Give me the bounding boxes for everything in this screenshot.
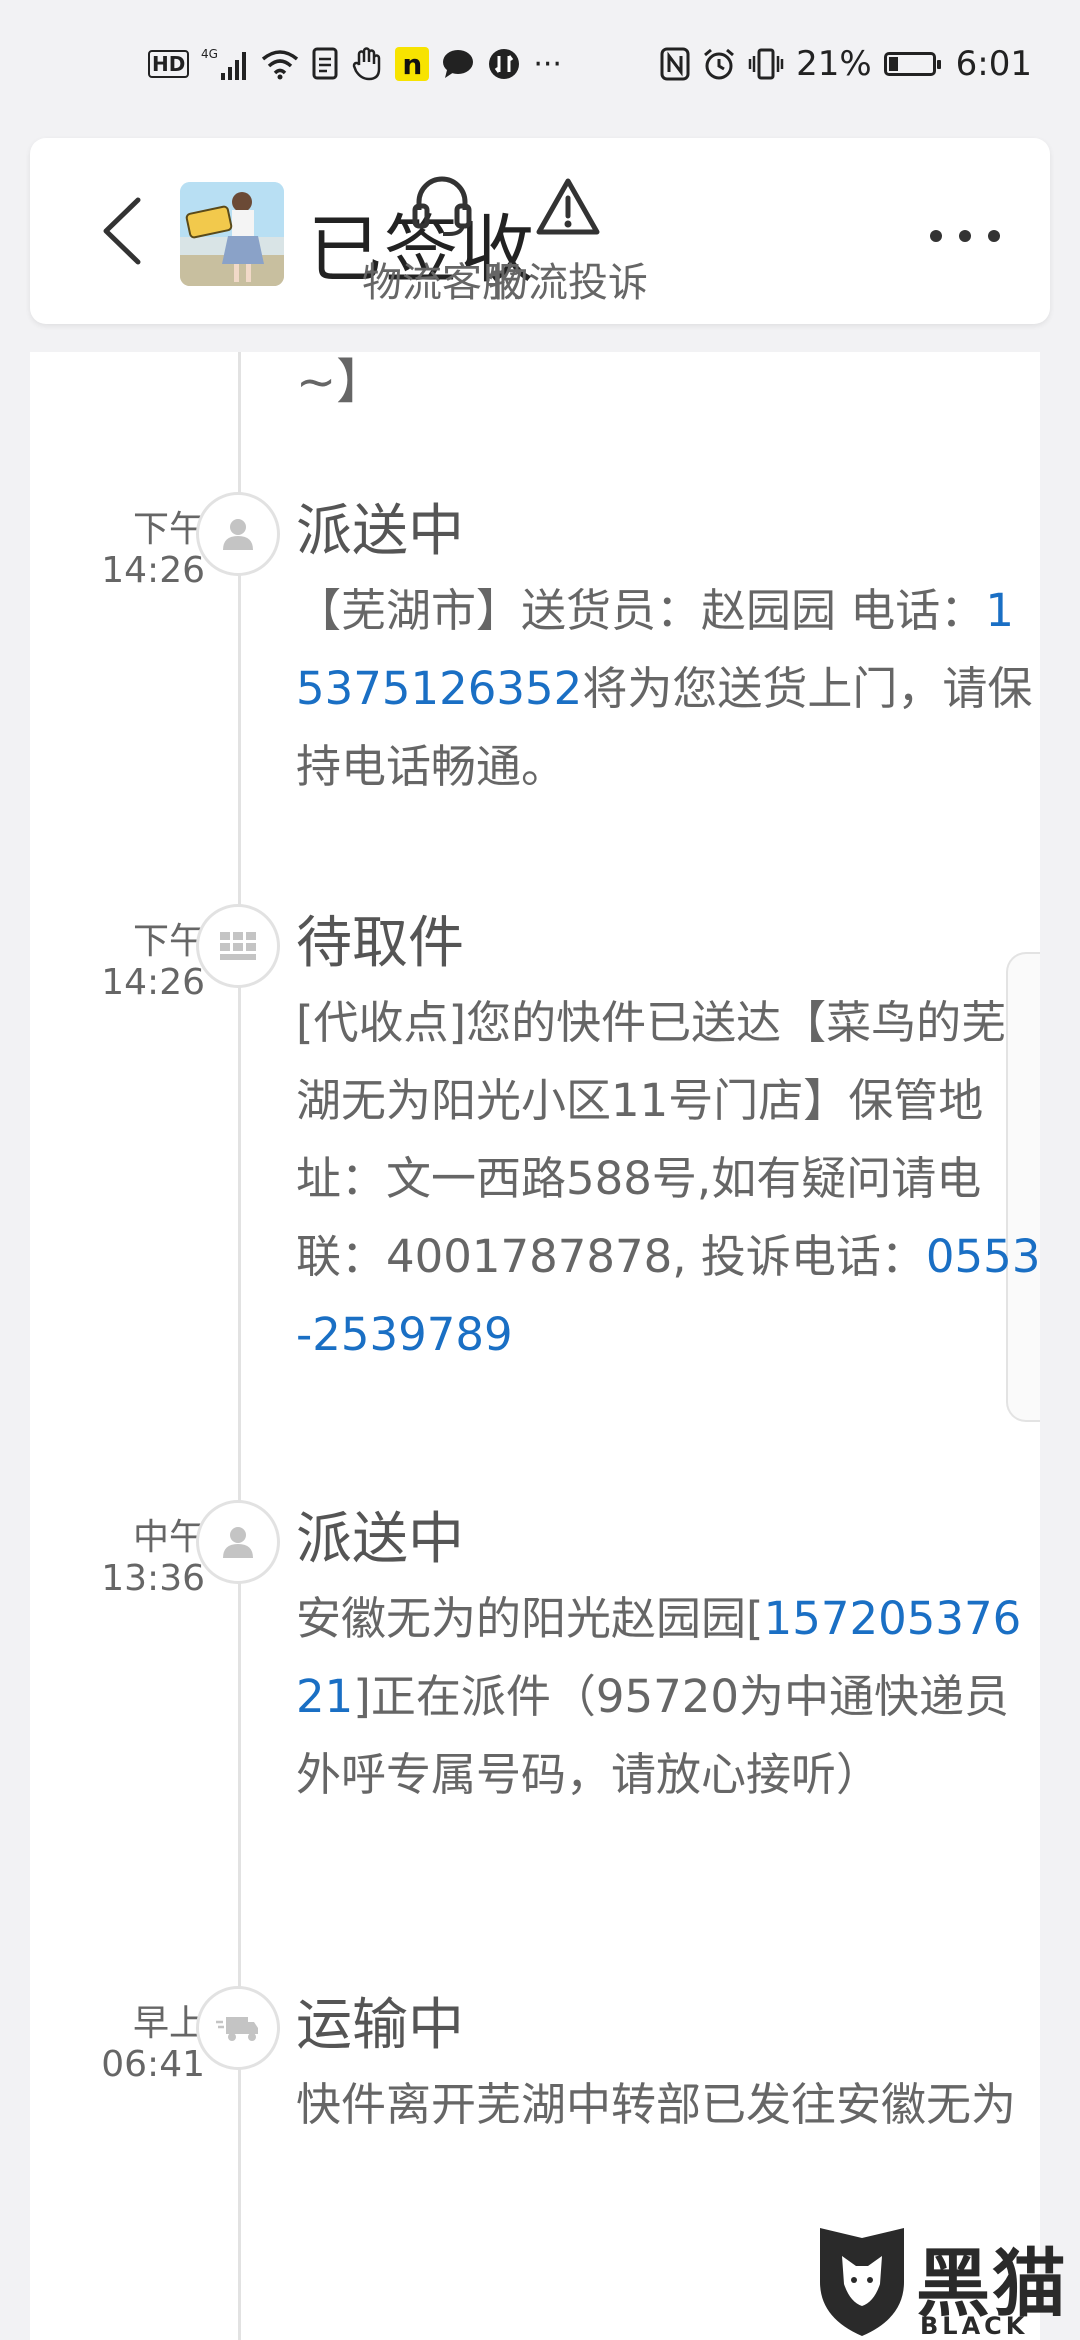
courier-avatar bbox=[180, 182, 284, 286]
entry-description: 快件离开芜湖中转部已发往安徽无为 bbox=[296, 2066, 1041, 2144]
entry-description: 【芜湖市】送货员：赵园园 电话：15375126352将为您送货上门，请保持电话… bbox=[296, 572, 1041, 806]
wifi-icon bbox=[261, 46, 299, 82]
logistics-complaint-label: 物流投诉 bbox=[488, 260, 648, 306]
hand-icon bbox=[351, 46, 383, 82]
chevron-left-icon bbox=[103, 197, 141, 265]
entry-period: 下午 bbox=[132, 509, 205, 550]
status-bar-left: HD 4G n ··· bbox=[148, 46, 562, 82]
entry-desc-text: ]正在派件（95720为中通快递员外呼专属号码，请放心接听） bbox=[296, 1670, 1009, 1801]
back-button[interactable] bbox=[92, 196, 152, 266]
vibrate-icon bbox=[748, 46, 784, 82]
entry-desc-text: 【芜湖市】送货员：赵园园 电话： bbox=[296, 584, 986, 637]
entry-node bbox=[196, 1986, 280, 2070]
entry-period: 下午 bbox=[132, 921, 205, 962]
status-bar: HD 4G n ··· 21% 6:01 bbox=[0, 0, 1080, 130]
watermark-subtext: BLACK CAT bbox=[920, 2312, 1029, 2340]
status-bar-right: 21% 6:01 bbox=[660, 44, 1032, 84]
warning-icon bbox=[536, 178, 600, 235]
logistics-timeline: ~】 下午 14:26 派送中 【芜湖市】送货员：赵园园 电话：15375126… bbox=[30, 352, 1040, 2340]
person-icon bbox=[223, 519, 253, 550]
entry-status: 派送中 bbox=[296, 499, 464, 564]
sync-icon bbox=[487, 46, 521, 82]
clock: 6:01 bbox=[955, 44, 1032, 84]
signal-icon: 4G bbox=[201, 46, 249, 82]
grid-icon bbox=[220, 932, 256, 960]
battery-icon bbox=[883, 52, 941, 76]
entry-time: 14:26 bbox=[101, 550, 205, 591]
more-notifications-icon: ··· bbox=[533, 46, 562, 82]
entry-desc-text: 快件离开芜湖中转部已发往安徽无为 bbox=[296, 2078, 1017, 2131]
person-icon bbox=[223, 1527, 253, 1558]
nfc-icon bbox=[660, 46, 690, 82]
chat-icon bbox=[441, 46, 475, 82]
entry-status: 派送中 bbox=[296, 1507, 464, 1572]
entry-description: 安徽无为的阳光赵园园[15720537621]正在派件（95720为中通快递员外… bbox=[296, 1580, 1041, 1814]
entry-description: [代收点]您的快件已送达【菜鸟的芜湖无为阳光小区11号门店】保管地址：文一西路5… bbox=[296, 984, 1041, 1374]
entry-desc-text: 安徽无为的阳光赵园园[ bbox=[296, 1592, 764, 1645]
header-bar: 已签收 物流客服 物流投诉 bbox=[30, 138, 1050, 324]
entry-time: 13:36 bbox=[101, 1558, 205, 1599]
headset-icon bbox=[412, 176, 472, 236]
entry-node bbox=[196, 904, 280, 988]
more-dots-icon[interactable] bbox=[930, 216, 1000, 256]
document-icon bbox=[311, 46, 339, 82]
notification-n-icon: n bbox=[395, 47, 430, 81]
entry-desc-text: [代收点]您的快件已送达【菜鸟的芜湖无为阳光小区11号门店】保管地址：文一西路5… bbox=[296, 996, 1007, 1283]
cat-shield-logo-icon bbox=[820, 2228, 904, 2336]
alarm-icon bbox=[702, 46, 736, 82]
screen: HD 4G n ··· 21% 6:01 已签收 物流客服 物流投诉 ~】 下午… bbox=[0, 0, 1080, 2340]
entry-time: 06:41 bbox=[101, 2044, 205, 2085]
entry-node bbox=[196, 1500, 280, 1584]
previous-entry-tail: ~】 bbox=[296, 354, 385, 410]
entry-status: 待取件 bbox=[296, 911, 464, 976]
network-type-label: 4G bbox=[201, 47, 218, 61]
entry-node bbox=[196, 492, 280, 576]
hd-indicator: HD bbox=[148, 50, 190, 78]
truck-icon bbox=[216, 2017, 258, 2041]
entry-period: 中午 bbox=[132, 1517, 205, 1558]
entry-status: 运输中 bbox=[296, 1993, 464, 2058]
logistics-complaint-button[interactable]: 物流投诉 bbox=[478, 168, 658, 308]
battery-percent: 21% bbox=[796, 44, 872, 84]
battery-level bbox=[888, 57, 898, 71]
black-cat-watermark: 黑猫 BLACK CAT bbox=[812, 2222, 1080, 2340]
entry-period: 早上 bbox=[132, 2003, 205, 2044]
entry-time: 14:26 bbox=[101, 962, 205, 1003]
